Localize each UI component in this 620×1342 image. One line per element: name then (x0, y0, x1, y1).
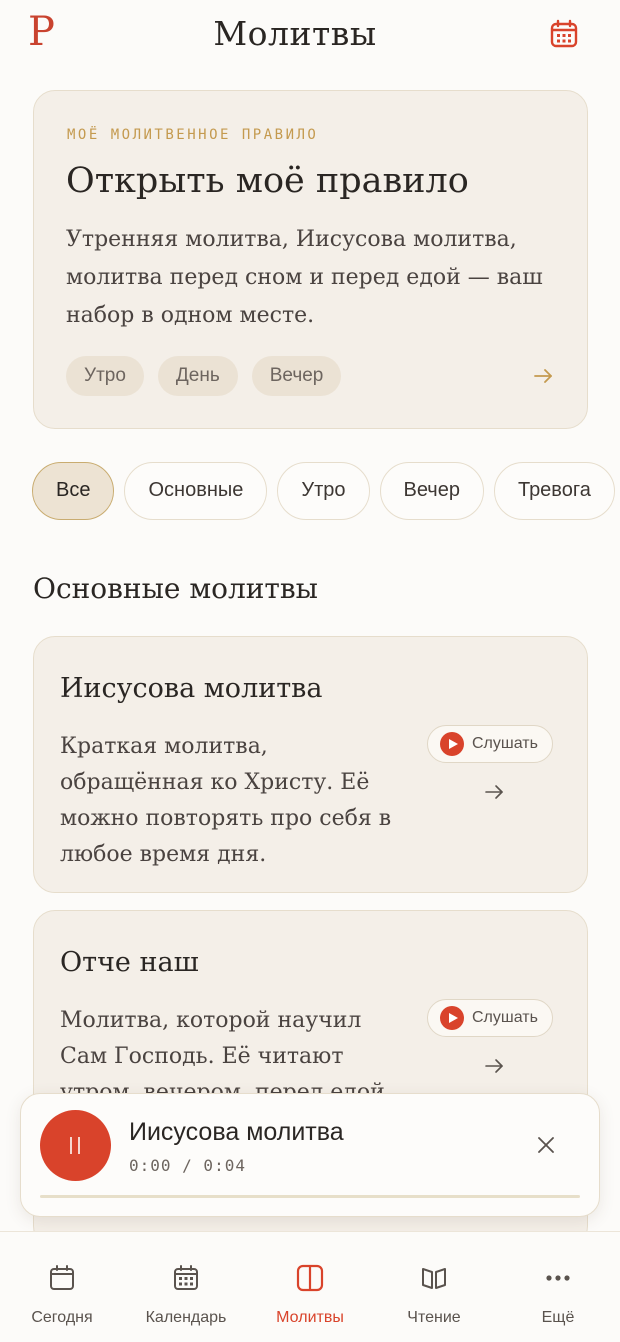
progress-track[interactable] (40, 1195, 580, 1198)
tab-more[interactable]: Ещё (496, 1232, 620, 1342)
calendar-button[interactable] (548, 18, 580, 50)
my-rule-card[interactable]: МОЁ МОЛИТВЕННОЕ ПРАВИЛО Открыть моё прав… (33, 90, 588, 429)
audio-player: Иисусова молитва 0:00 / 0:04 (20, 1093, 600, 1217)
filter-morning[interactable]: Утро (277, 462, 370, 520)
listen-label: Слушать (472, 1009, 538, 1026)
filter-main[interactable]: Основные (124, 462, 268, 520)
tab-reading[interactable]: Чтение (372, 1232, 496, 1342)
listen-button[interactable]: Слушать (427, 725, 553, 763)
prayer-card-jesus-prayer[interactable]: Иисусова молитва Краткая молитва, обращё… (33, 636, 588, 893)
rule-eyebrow: МОЁ МОЛИТВЕННОЕ ПРАВИЛО (67, 127, 319, 143)
rule-title: Открыть моё правило (66, 161, 469, 201)
arrow-right-icon[interactable] (483, 781, 505, 803)
filter-evening[interactable]: Вечер (379, 462, 484, 520)
arrow-right-icon[interactable] (483, 1055, 505, 1077)
prayer-description: Краткая молитва, обращённая ко Христу. Е… (60, 734, 392, 867)
play-icon (440, 732, 464, 756)
rule-description: Утренняя молитва, Иисусова молитва, моли… (66, 227, 543, 328)
filter-all[interactable]: Все (32, 462, 115, 520)
app-header: Р Молитвы (0, 0, 620, 70)
player-title: Иисусова молитва (129, 1118, 344, 1146)
tab-bar: Сегодня Календарь Молитвы Чтение Ещё (0, 1231, 620, 1342)
calendar-icon (550, 19, 578, 48)
filter-chips: Все Основные Утро Вечер Тревога (32, 462, 620, 522)
calendar-day-icon (50, 1265, 74, 1290)
close-icon[interactable] (535, 1134, 557, 1156)
chip-evening: Вечер (251, 356, 342, 396)
tab-prayers[interactable]: Молитвы (248, 1232, 372, 1342)
chip-morning: Утро (66, 356, 144, 396)
tab-calendar[interactable]: Календарь (124, 1232, 248, 1342)
listen-label: Слушать (472, 735, 538, 752)
prayer-title: Иисусова молитва (60, 673, 323, 704)
tab-label: Ещё (541, 1309, 575, 1326)
more-icon (546, 1275, 570, 1281)
play-icon (440, 1006, 464, 1030)
tab-today[interactable]: Сегодня (0, 1232, 124, 1342)
calendar-grid-icon (174, 1265, 198, 1290)
filter-anxiety[interactable]: Тревога (493, 462, 615, 520)
section-title: Основные молитвы (33, 572, 318, 605)
tab-label: Календарь (145, 1309, 227, 1326)
page-title: Молитвы (213, 14, 377, 53)
book-icon (422, 1268, 446, 1289)
listen-button[interactable]: Слушать (427, 999, 553, 1037)
rule-chips: Утро День Вечер (66, 356, 342, 396)
tab-label: Сегодня (31, 1309, 93, 1326)
tab-label: Молитвы (276, 1309, 344, 1326)
prayer-title: Отче наш (60, 947, 199, 978)
panels-icon (296, 1264, 324, 1292)
pause-button[interactable] (40, 1110, 111, 1181)
chip-day: День (157, 356, 238, 396)
tab-label: Чтение (407, 1309, 461, 1326)
arrow-right-icon (534, 369, 552, 383)
player-time: 0:00 / 0:04 (129, 1156, 246, 1175)
